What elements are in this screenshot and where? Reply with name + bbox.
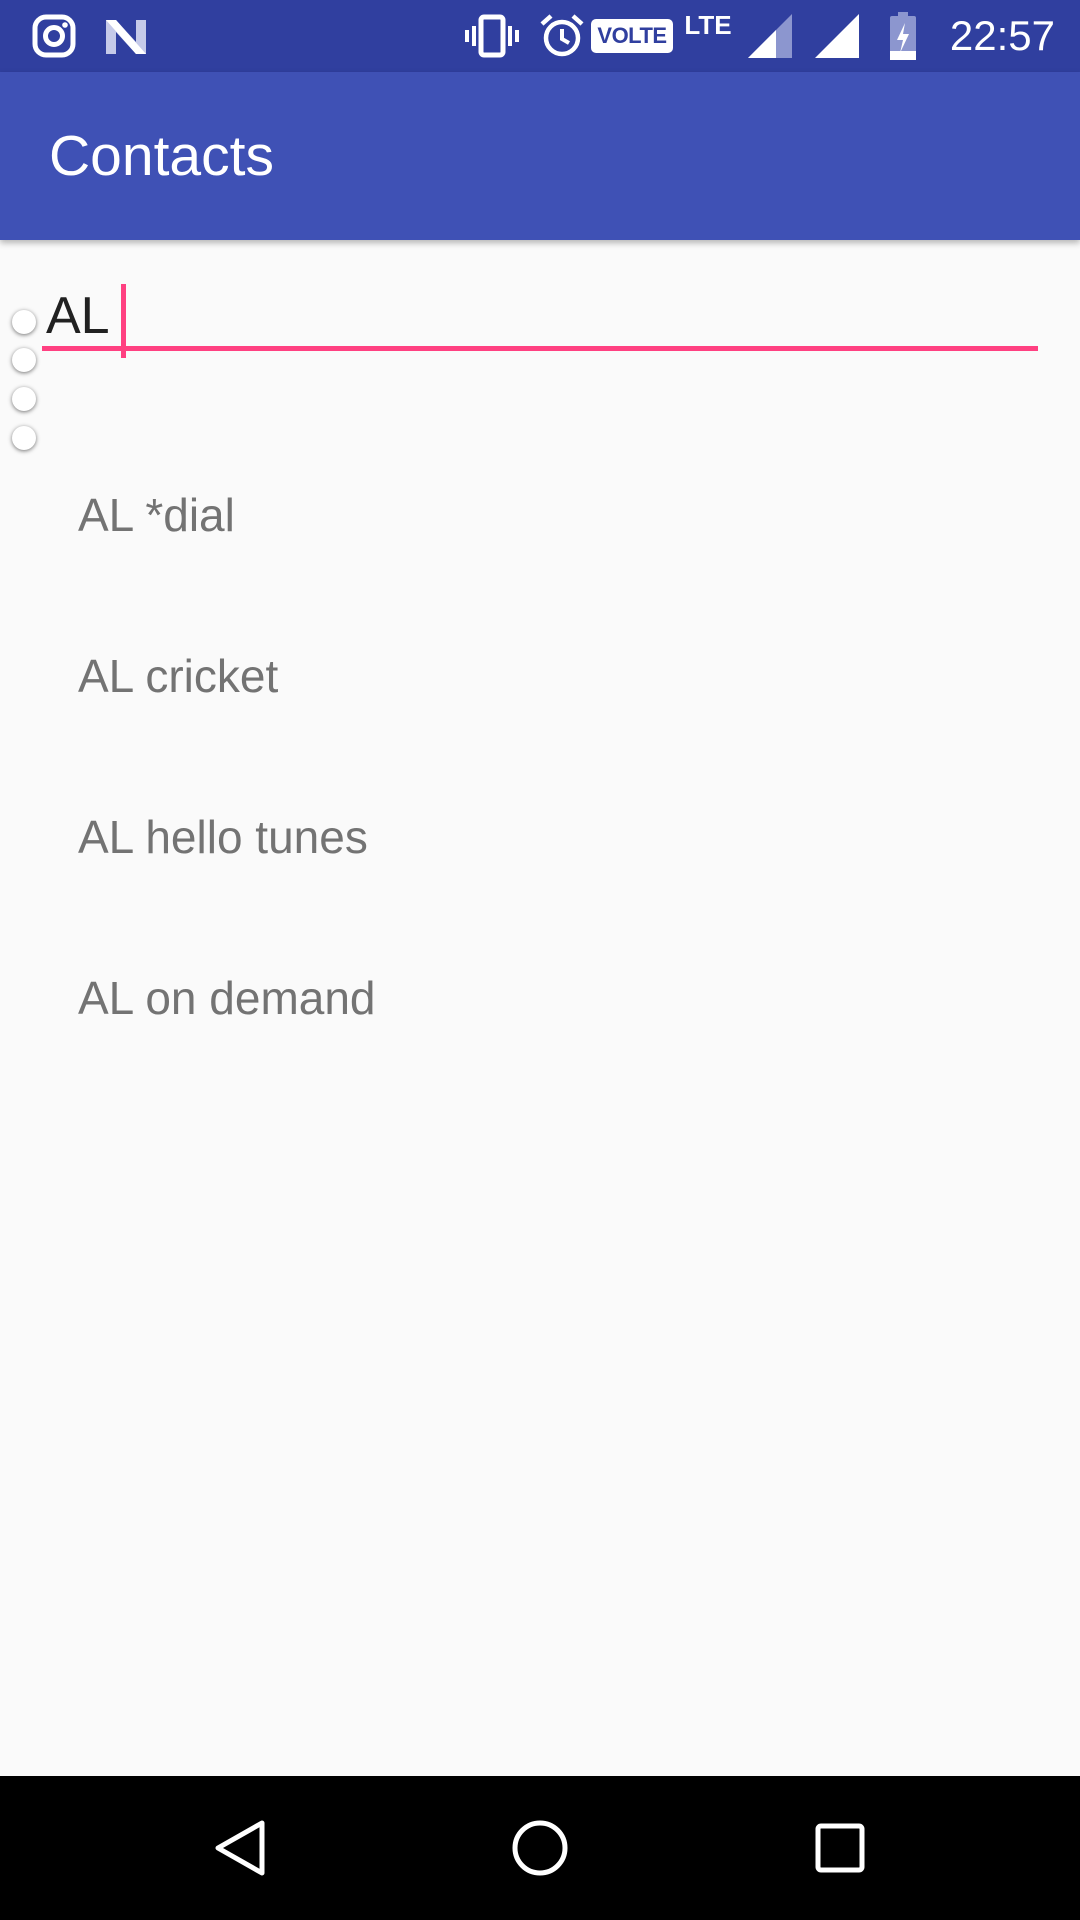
drag-handle[interactable] — [12, 348, 36, 372]
status-time: 22:57 — [949, 12, 1055, 59]
suggestion-label: AL on demand — [78, 972, 376, 1024]
suggestion-item[interactable]: AL on demand — [0, 917, 1080, 1078]
battery-charging-icon — [887, 0, 919, 72]
search-input-underline — [42, 346, 1038, 351]
search-input-value[interactable]: AL — [46, 290, 110, 342]
instagram-icon — [32, 0, 76, 72]
n-notification-icon — [104, 0, 148, 72]
lte-label: LTE — [684, 9, 732, 40]
screen: VOLTE LTE 22:57 Contacts AL AL *dial AL … — [0, 0, 1080, 1920]
navigation-bar — [0, 1776, 1080, 1920]
alarm-icon — [538, 0, 586, 72]
recents-icon[interactable] — [780, 1776, 900, 1920]
suggestion-label: AL hello tunes — [78, 811, 368, 863]
volte-label: VOLTE — [591, 19, 673, 53]
drag-handle[interactable] — [12, 310, 36, 334]
status-bar: VOLTE LTE 22:57 — [0, 0, 1080, 72]
drag-handle[interactable] — [12, 387, 36, 411]
back-icon[interactable] — [180, 1776, 300, 1920]
signal-icon — [745, 0, 795, 72]
lte-icon: LTE — [680, 0, 736, 72]
vibrate-icon — [464, 0, 520, 72]
signal-icon — [812, 0, 862, 72]
suggestion-label: AL *dial — [78, 489, 235, 541]
suggestion-item[interactable]: AL *dial — [0, 434, 1080, 595]
search-input[interactable]: AL — [42, 280, 1038, 358]
volte-icon: VOLTE — [591, 0, 673, 72]
home-icon[interactable] — [480, 1776, 600, 1920]
suggestion-list: AL *dial AL cricket AL hello tunes AL on… — [0, 434, 1080, 1078]
suggestion-label: AL cricket — [78, 650, 279, 702]
suggestion-item[interactable]: AL hello tunes — [0, 756, 1080, 917]
suggestion-item[interactable]: AL cricket — [0, 595, 1080, 756]
page-title: Contacts — [49, 124, 274, 188]
app-bar: Contacts — [0, 72, 1080, 240]
